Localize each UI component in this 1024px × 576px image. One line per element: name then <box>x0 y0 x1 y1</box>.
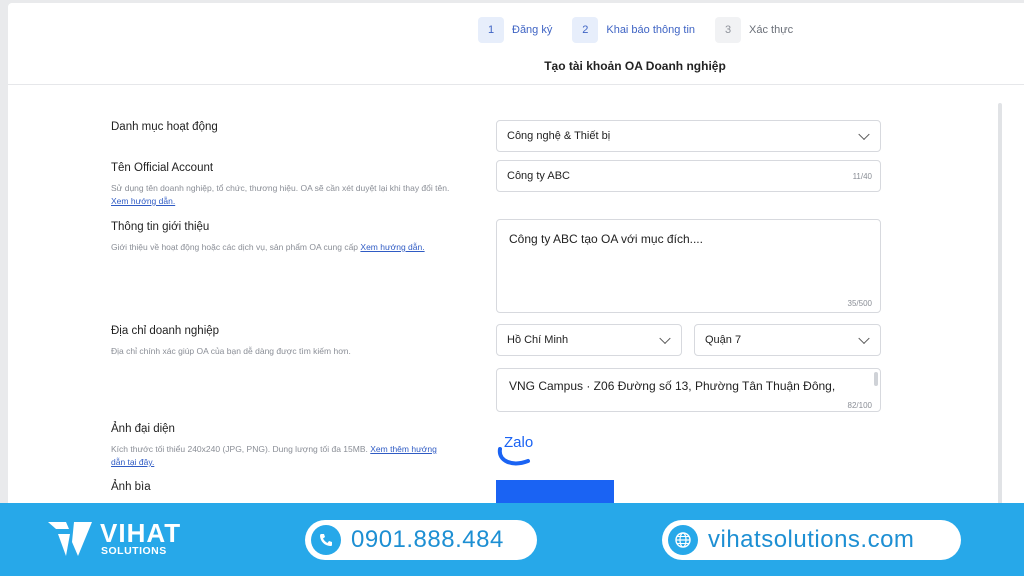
step-info[interactable]: 2 Khai báo thông tin <box>572 17 705 43</box>
step-number: 1 <box>478 17 504 43</box>
vihat-logo-icon <box>44 516 94 565</box>
stepper: 1 Đăng ký 2 Khai báo thông tin 3 Xác thự… <box>478 17 803 43</box>
oa-name-guide-link[interactable]: Xem hướng dẫn. <box>111 196 175 206</box>
chevron-down-icon <box>858 128 870 141</box>
brand-sub: SOLUTIONS <box>101 545 167 557</box>
step-label: Đăng ký <box>512 24 553 36</box>
textarea-scrollbar[interactable] <box>874 372 878 386</box>
intro-label: Thông tin giới thiệu <box>111 221 210 233</box>
oa-name-counter: 11/40 <box>852 172 872 181</box>
zalo-logo-icon: Zalo <box>497 434 533 466</box>
category-select[interactable]: Công nghệ & Thiết bị <box>496 120 881 152</box>
chevron-down-icon <box>659 332 671 345</box>
step-number: 3 <box>715 17 742 43</box>
globe-icon <box>668 525 698 555</box>
website-pill[interactable]: vihatsolutions.com <box>662 520 961 560</box>
district-select[interactable]: Quận 7 <box>694 324 881 356</box>
district-value: Quận 7 <box>705 334 742 346</box>
header-divider <box>8 84 1024 85</box>
phone-pill[interactable]: 0901.888.484 <box>305 520 537 560</box>
city-value: Hồ Chí Minh <box>507 334 569 346</box>
chevron-down-icon <box>858 332 870 345</box>
step-label: Khai báo thông tin <box>606 24 696 36</box>
avatar-label: Ảnh đại diện <box>111 423 175 435</box>
zalo-logo-text: Zalo <box>504 434 533 451</box>
category-label: Danh mục hoạt động <box>111 121 218 133</box>
phone-icon <box>311 525 341 555</box>
oa-name-value: Công ty ABC <box>507 170 570 182</box>
oa-name-label: Tên Official Account <box>111 162 214 174</box>
intro-value: Công ty ABC tạo OA với mục đích.... <box>509 232 703 246</box>
city-select[interactable]: Hồ Chí Minh <box>496 324 682 356</box>
category-value: Công nghệ & Thiết bị <box>507 130 611 142</box>
page-title: Tạo tài khoản OA Doanh nghiệp <box>544 59 726 73</box>
step-label: Xác thực <box>749 24 794 36</box>
intro-hint-text: Giới thiệu về hoạt động hoặc các dịch vụ… <box>111 242 359 252</box>
website-url: vihatsolutions.com <box>708 526 915 553</box>
intro-counter: 35/500 <box>847 299 872 308</box>
address-hint: Địa chỉ chính xác giúp OA của bạn dễ dàn… <box>111 346 351 356</box>
cover-label: Ảnh bìa <box>111 481 151 493</box>
page-scrollbar[interactable] <box>998 103 1002 507</box>
phone-number: 0901.888.484 <box>351 526 504 553</box>
intro-hint: Giới thiệu về hoạt động hoặc các dịch vụ… <box>111 241 471 254</box>
oa-name-hint-text: Sử dụng tên doanh nghiệp, tổ chức, thươn… <box>111 183 450 193</box>
intro-textarea[interactable]: Công ty ABC tạo OA với mục đích.... 35/5… <box>496 219 881 313</box>
step-number: 2 <box>572 17 599 43</box>
avatar-hint-text: Kích thước tối thiểu 240x240 (JPG, PNG).… <box>111 444 368 454</box>
address-value: VNG Campus · Z06 Đường số 13, Phường Tân… <box>509 379 836 393</box>
oa-name-hint: Sử dụng tên doanh nghiệp, tổ chức, thươn… <box>111 182 456 208</box>
address-counter: 82/100 <box>847 401 872 410</box>
address-label: Địa chỉ doanh nghiệp <box>111 325 220 337</box>
oa-name-input[interactable]: Công ty ABC 11/40 <box>496 160 881 192</box>
avatar-preview[interactable]: Zalo <box>494 423 542 467</box>
intro-guide-link[interactable]: Xem hướng dẫn. <box>360 242 424 252</box>
step-verify[interactable]: 3 Xác thực <box>715 17 803 43</box>
step-register[interactable]: 1 Đăng ký <box>478 17 562 43</box>
address-textarea[interactable]: VNG Campus · Z06 Đường số 13, Phường Tân… <box>496 368 881 412</box>
avatar-hint: Kích thước tối thiểu 240x240 (JPG, PNG).… <box>111 443 446 469</box>
